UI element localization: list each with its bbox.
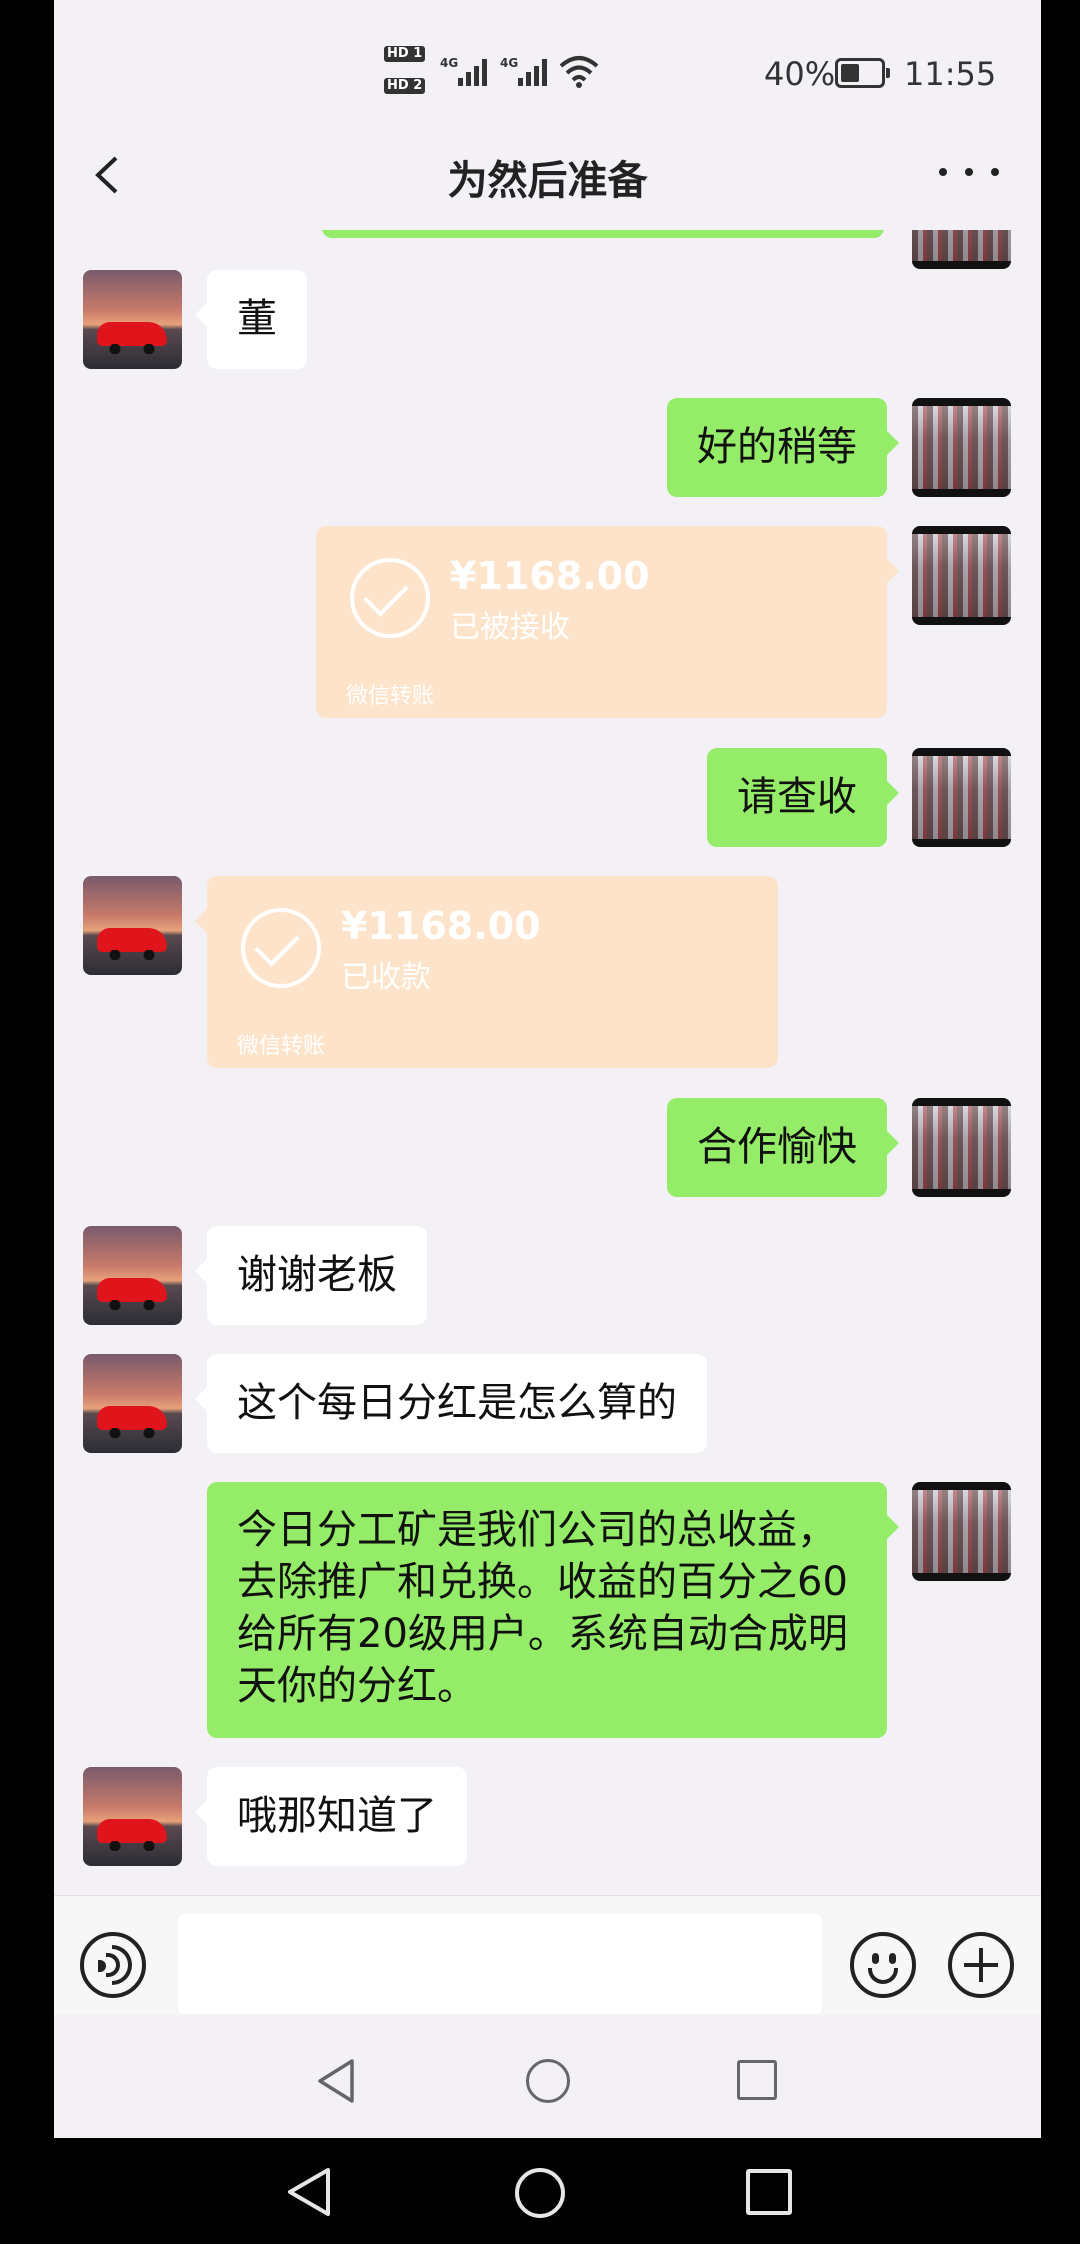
- hd-badge-2: HD 2: [384, 78, 426, 94]
- transfer-status: 已收款: [341, 960, 431, 995]
- message-bubble-sent[interactable]: 请查收: [707, 748, 899, 847]
- nav-recents-icon[interactable]: [746, 2169, 792, 2215]
- message-bubble-sent[interactable]: 好的稍等: [667, 398, 899, 497]
- transfer-label: 微信转账: [237, 1034, 326, 1059]
- battery-percent: 40%: [764, 55, 836, 93]
- avatar[interactable]: [912, 748, 1011, 847]
- transfer-amount: ¥1168.00: [341, 904, 541, 948]
- chat-header: 为然后准备: [54, 120, 1041, 230]
- avatar[interactable]: [83, 1226, 182, 1325]
- battery-icon: [835, 58, 890, 88]
- chat-title: 为然后准备: [447, 158, 648, 204]
- message-bubble-received[interactable]: 哦那知道了: [195, 1767, 467, 1866]
- avatar[interactable]: [912, 398, 1011, 497]
- nav-back-icon[interactable]: [314, 2057, 358, 2105]
- avatar[interactable]: [83, 876, 182, 975]
- nav-back-icon[interactable]: [284, 2166, 334, 2218]
- input-bar: [54, 1895, 1041, 2015]
- check-circle-icon: [350, 558, 430, 638]
- nav-recents-icon[interactable]: [737, 2060, 777, 2100]
- clock: 11:55: [904, 55, 997, 93]
- hd-badge-1: HD 1: [384, 46, 426, 62]
- status-bar: HD 1 HD 2 4G 4G 40% 11:55: [54, 0, 1041, 120]
- wifi-icon: [559, 56, 599, 88]
- signal-icon-1: [458, 56, 487, 86]
- avatar[interactable]: [912, 526, 1011, 625]
- message-input[interactable]: [178, 1914, 822, 2014]
- message-bubble-sent[interactable]: 合作愉快: [667, 1098, 899, 1197]
- system-navigation-bar: [0, 2138, 1080, 2244]
- phone-screen: HD 1 HD 2 4G 4G 40% 11:55 为然后准备 董 好的稍等 ¥…: [54, 0, 1041, 2138]
- transfer-card-sent[interactable]: ¥1168.00 已被接收 微信转账: [316, 526, 899, 718]
- inner-navigation-bar: [54, 2015, 1041, 2138]
- signal-icon-2: [518, 56, 547, 86]
- transfer-amount: ¥1168.00: [450, 554, 650, 598]
- transfer-label: 微信转账: [346, 684, 435, 709]
- avatar[interactable]: [83, 1354, 182, 1453]
- network-type-2: 4G: [500, 56, 519, 70]
- plus-circle-icon[interactable]: [948, 1932, 1014, 1998]
- voice-icon[interactable]: [80, 1932, 146, 1998]
- message-bubble-sent[interactable]: 今日分工矿是我们公司的总收益，去除推广和兑换。收益的百分之60给所有20级用户。…: [207, 1482, 899, 1738]
- message-list[interactable]: 董 好的稍等 ¥1168.00 已被接收 微信转账 请查收 ¥1168.00 已…: [54, 230, 1041, 1895]
- partial-message-bubble: [322, 230, 884, 238]
- avatar[interactable]: [912, 1482, 1011, 1581]
- nav-home-icon[interactable]: [515, 2168, 565, 2218]
- avatar[interactable]: [83, 270, 182, 369]
- network-type-1: 4G: [440, 56, 459, 70]
- avatar[interactable]: [83, 1767, 182, 1866]
- emoji-icon[interactable]: [850, 1932, 916, 1998]
- message-bubble-received[interactable]: 董: [195, 270, 307, 369]
- transfer-status: 已被接收: [450, 610, 570, 645]
- transfer-card-received[interactable]: ¥1168.00 已收款 微信转账: [195, 876, 778, 1068]
- message-bubble-received[interactable]: 谢谢老板: [195, 1226, 427, 1325]
- more-horizontal-icon[interactable]: [939, 152, 999, 192]
- message-bubble-received[interactable]: 这个每日分红是怎么算的: [195, 1354, 707, 1453]
- avatar[interactable]: [912, 1098, 1011, 1197]
- nav-home-icon[interactable]: [526, 2059, 570, 2103]
- avatar[interactable]: [912, 230, 1011, 269]
- check-circle-icon: [241, 908, 321, 988]
